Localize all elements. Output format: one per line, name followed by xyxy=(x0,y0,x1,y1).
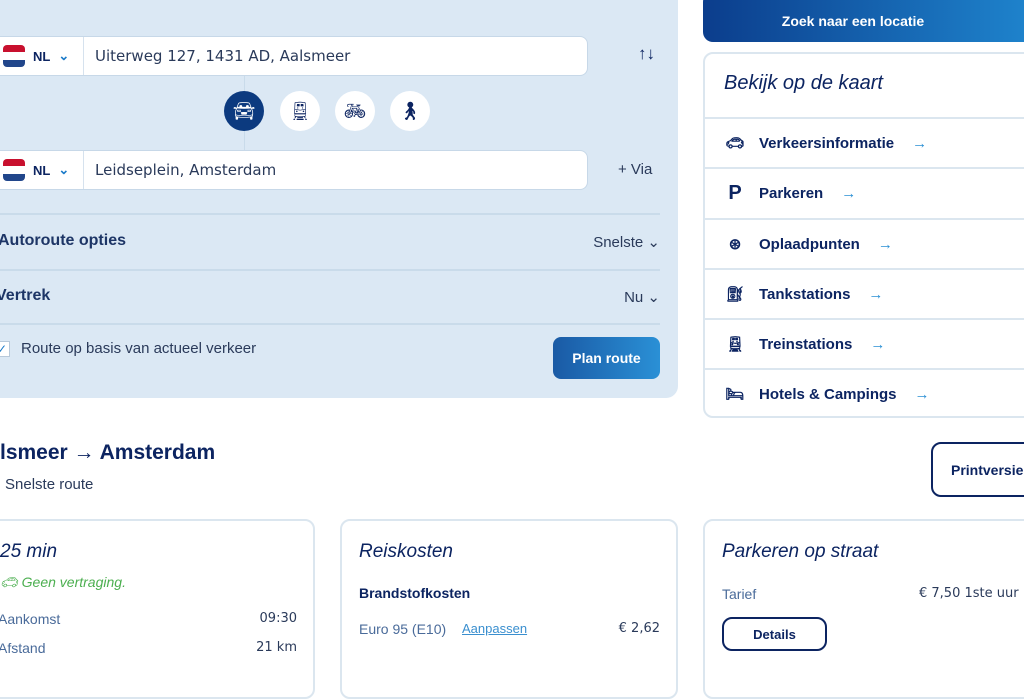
street-parking-card: Parkeren op straat Tarief € 7,50 1ste uu… xyxy=(703,519,1024,699)
duration: 25 min xyxy=(0,541,58,562)
country-code: NL xyxy=(33,48,51,64)
map-links-card: Bekijk op de kaart 🚗︎ Verkeersinformatie →… xyxy=(703,52,1024,418)
print-button[interactable]: Printversie xyxy=(931,442,1024,497)
fuel-cost-label: Brandstofkosten xyxy=(359,585,471,601)
train-icon: 🚆︎ xyxy=(725,336,745,353)
link-label: Tankstations xyxy=(759,285,851,303)
mode-car-button[interactable]: 🚘︎ xyxy=(224,91,264,131)
departure-value: Nu xyxy=(624,289,644,306)
parking-title: Parkeren op straat xyxy=(722,541,879,562)
cost-title: Reiskosten xyxy=(359,541,453,562)
destination-country-select[interactable]: NL ⌄ xyxy=(0,151,84,189)
bed-icon: 🛏︎ xyxy=(725,386,745,403)
search-location-button[interactable]: Zoek naar een locatie xyxy=(703,0,1024,42)
map-link-parking[interactable]: P Parkeren → xyxy=(705,167,1024,217)
mode-train-button[interactable]: 🚆︎ xyxy=(280,91,320,131)
origin-input[interactable]: Uiterweg 127, 1431 AD, Aalsmeer xyxy=(84,47,350,65)
status-text: Geen vertraging. xyxy=(21,574,126,590)
bicycle-icon: 🚲︎ xyxy=(343,100,367,121)
map-link-train[interactable]: 🚆︎ Treinstations → xyxy=(705,318,1024,368)
arrow-right-icon: → xyxy=(912,134,928,152)
divider xyxy=(0,269,660,271)
parking-details-button[interactable]: Details xyxy=(722,617,827,651)
nl-flag-icon xyxy=(3,159,25,181)
distance-value: 21 km xyxy=(256,640,297,655)
route-title: lsmeer → Amsterdam xyxy=(0,441,216,464)
arrow-right-icon: → xyxy=(841,184,857,202)
arrow-right-icon: → xyxy=(870,335,886,353)
link-label: Parkeren xyxy=(759,184,824,202)
link-label: Hotels & Campings xyxy=(759,385,897,403)
link-label: Oplaadpunten xyxy=(759,235,860,253)
map-link-charging[interactable]: ⊛ Oplaadpunten → xyxy=(705,218,1024,268)
charging-plug-icon: ⊛ xyxy=(728,236,742,253)
traffic-status: 🚗︎ Geen vertraging. xyxy=(0,574,126,591)
mode-bicycle-button[interactable]: 🚲︎ xyxy=(335,91,375,131)
route-options-select[interactable]: Snelste ⌄ xyxy=(593,233,660,251)
rate-value: € 7,50 1ste uur xyxy=(919,586,1019,601)
map-card-title: Bekijk op de kaart xyxy=(724,72,883,94)
walk-icon: 🚶︎ xyxy=(398,100,422,121)
chevron-down-icon: ⌄ xyxy=(647,234,660,251)
distance-label: Afstand xyxy=(0,640,46,656)
parking-icon: P xyxy=(728,181,742,204)
fuel-cost-value: € 2,62 xyxy=(618,621,660,636)
chevron-down-icon: ⌄ xyxy=(647,289,660,306)
nl-flag-icon xyxy=(3,45,25,67)
arrow-right-icon: → xyxy=(914,385,930,403)
route-options-label: Autoroute opties xyxy=(0,232,126,249)
map-link-fuel[interactable]: ⛽︎ Tankstations → xyxy=(705,268,1024,318)
chevron-down-icon: ⌄ xyxy=(58,162,70,177)
origin-input-row: NL ⌄ Uiterweg 127, 1431 AD, Aalsmeer xyxy=(0,36,588,76)
map-link-traffic[interactable]: 🚗︎ Verkeersinformatie → xyxy=(705,117,1024,167)
fuel-pump-icon: ⛽︎ xyxy=(725,286,745,303)
travel-time-card: 25 min 🚗︎ Geen vertraging. Aankomst 09:3… xyxy=(0,519,315,699)
country-code: NL xyxy=(33,162,51,178)
travel-cost-card: Reiskosten Brandstofkosten Euro 95 (E10)… xyxy=(340,519,678,699)
divider xyxy=(0,323,660,325)
arrival-value: 09:30 xyxy=(259,611,297,626)
train-icon: 🚆︎ xyxy=(288,100,312,121)
route-options-value: Snelste xyxy=(593,234,644,251)
arrival-label: Aankomst xyxy=(0,611,61,627)
divider xyxy=(0,213,660,215)
link-label: Treinstations xyxy=(759,335,853,353)
departure-select[interactable]: Nu ⌄ xyxy=(624,288,660,306)
car-icon: 🚘︎ xyxy=(232,100,256,121)
traffic-checkbox[interactable]: ✓ xyxy=(0,341,10,357)
car-ok-icon: 🚗︎ xyxy=(0,574,18,590)
add-via-button[interactable]: + Via xyxy=(618,161,652,178)
arrow-right-icon: → xyxy=(877,235,893,253)
origin-country-select[interactable]: NL ⌄ xyxy=(0,37,84,75)
link-label: Verkeersinformatie xyxy=(759,134,895,152)
chevron-down-icon: ⌄ xyxy=(58,48,70,63)
car-outline-icon: 🚗︎ xyxy=(725,135,745,152)
destination-input-row: NL ⌄ Leidseplein, Amsterdam xyxy=(0,150,588,190)
map-link-hotels[interactable]: 🛏︎ Hotels & Campings → xyxy=(705,368,1024,418)
departure-label: Vertrek xyxy=(0,287,51,304)
mode-walk-button[interactable]: 🚶︎ xyxy=(390,91,430,131)
swap-arrows-icon[interactable]: ↑↓ xyxy=(638,44,655,64)
route-subtitle: Snelste route xyxy=(5,476,94,493)
destination-input[interactable]: Leidseplein, Amsterdam xyxy=(84,161,276,179)
rate-label: Tarief xyxy=(722,586,757,602)
traffic-checkbox-label: Route op basis van actueel verkeer xyxy=(21,340,257,357)
fuel-type: Euro 95 (E10) xyxy=(359,621,447,637)
arrow-right-icon: → xyxy=(868,285,884,303)
plan-route-button[interactable]: Plan route xyxy=(553,337,660,379)
adjust-fuel-link[interactable]: Aanpassen xyxy=(462,621,527,636)
